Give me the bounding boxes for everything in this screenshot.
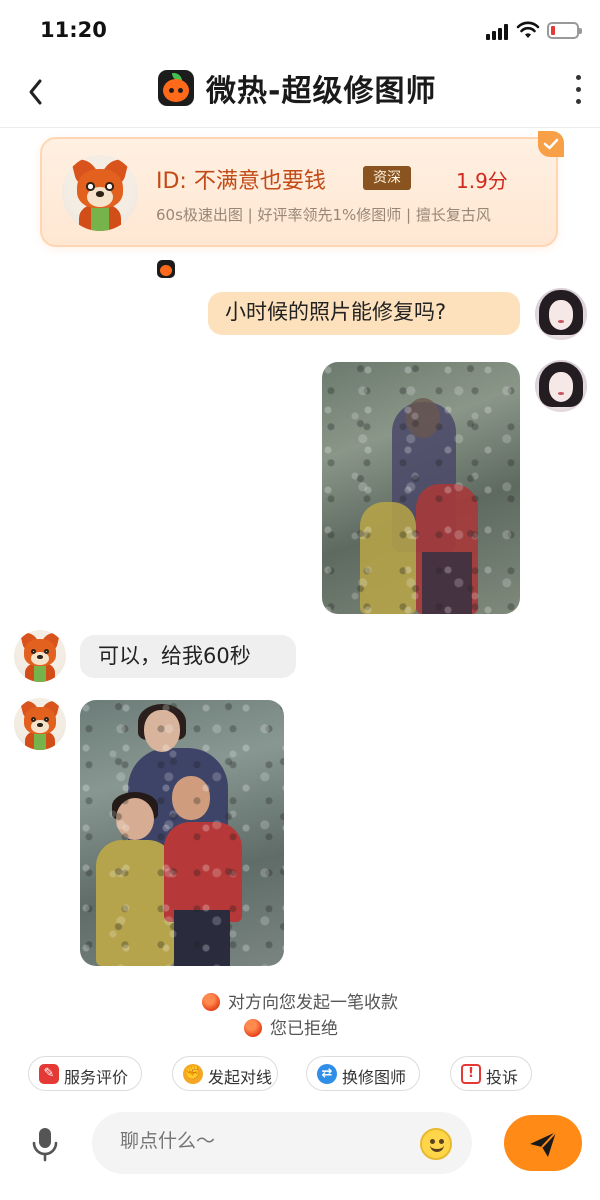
check-badge-icon bbox=[538, 131, 564, 157]
designer-tags: 60s极速出图 | 好评率领先1%修图师 | 擅长复古风 bbox=[156, 206, 491, 224]
orange-dot-icon bbox=[244, 1019, 262, 1037]
message-bubble-incoming[interactable]: 可以，给我60秒 bbox=[80, 635, 296, 678]
restored-photo-image[interactable] bbox=[80, 700, 284, 966]
old-photo-image[interactable] bbox=[322, 362, 520, 614]
nav-bar: 微热-超级修图师 bbox=[0, 60, 600, 128]
app-logo-icon bbox=[158, 70, 194, 106]
back-button[interactable] bbox=[20, 72, 60, 112]
start-argument-button[interactable]: ✊ 发起对线 bbox=[172, 1056, 278, 1091]
home-indicator bbox=[0, 1190, 600, 1200]
message-input-container bbox=[92, 1112, 472, 1174]
designer-avatar[interactable] bbox=[14, 630, 66, 682]
message-bubble-outgoing[interactable]: 小时候的照片能修复吗? bbox=[208, 292, 520, 335]
duel-icon: ✊ bbox=[183, 1064, 203, 1084]
designer-avatar[interactable] bbox=[14, 698, 66, 750]
signal-icon bbox=[486, 24, 512, 40]
page-title: 微热-超级修图师 bbox=[206, 74, 437, 109]
complaint-icon: ! bbox=[461, 1064, 481, 1084]
service-review-button[interactable]: ✎ 服务评价 bbox=[28, 1056, 142, 1091]
message-input[interactable] bbox=[120, 1130, 400, 1152]
wifi-icon bbox=[516, 21, 540, 38]
send-button[interactable] bbox=[504, 1115, 582, 1171]
send-icon bbox=[530, 1131, 557, 1157]
user-avatar[interactable] bbox=[535, 360, 587, 412]
switch-designer-button[interactable]: ⇄ 换修图师 bbox=[306, 1056, 420, 1091]
more-options-icon[interactable] bbox=[566, 72, 590, 108]
microphone-icon[interactable] bbox=[28, 1124, 62, 1164]
review-icon: ✎ bbox=[39, 1064, 59, 1084]
designer-score: 1.9分 bbox=[456, 169, 508, 193]
complaint-button[interactable]: ! 投诉 bbox=[450, 1056, 532, 1091]
app-mini-logo-icon bbox=[157, 260, 175, 278]
orange-dot-icon bbox=[202, 993, 220, 1011]
status-bar: 11:20 bbox=[0, 0, 600, 60]
level-badge: 资深 bbox=[363, 166, 411, 190]
switch-icon: ⇄ bbox=[317, 1064, 337, 1084]
system-notice-payment-request: 对方向您发起一笔收款 bbox=[202, 988, 398, 1013]
designer-id: ID: 不满意也要钱 bbox=[156, 169, 326, 194]
system-notice-declined: 您已拒绝 bbox=[244, 1014, 338, 1039]
designer-avatar[interactable] bbox=[62, 155, 138, 231]
battery-icon bbox=[547, 22, 582, 39]
emoji-icon[interactable] bbox=[420, 1128, 452, 1160]
status-time: 11:20 bbox=[40, 18, 107, 42]
user-avatar[interactable] bbox=[535, 288, 587, 340]
